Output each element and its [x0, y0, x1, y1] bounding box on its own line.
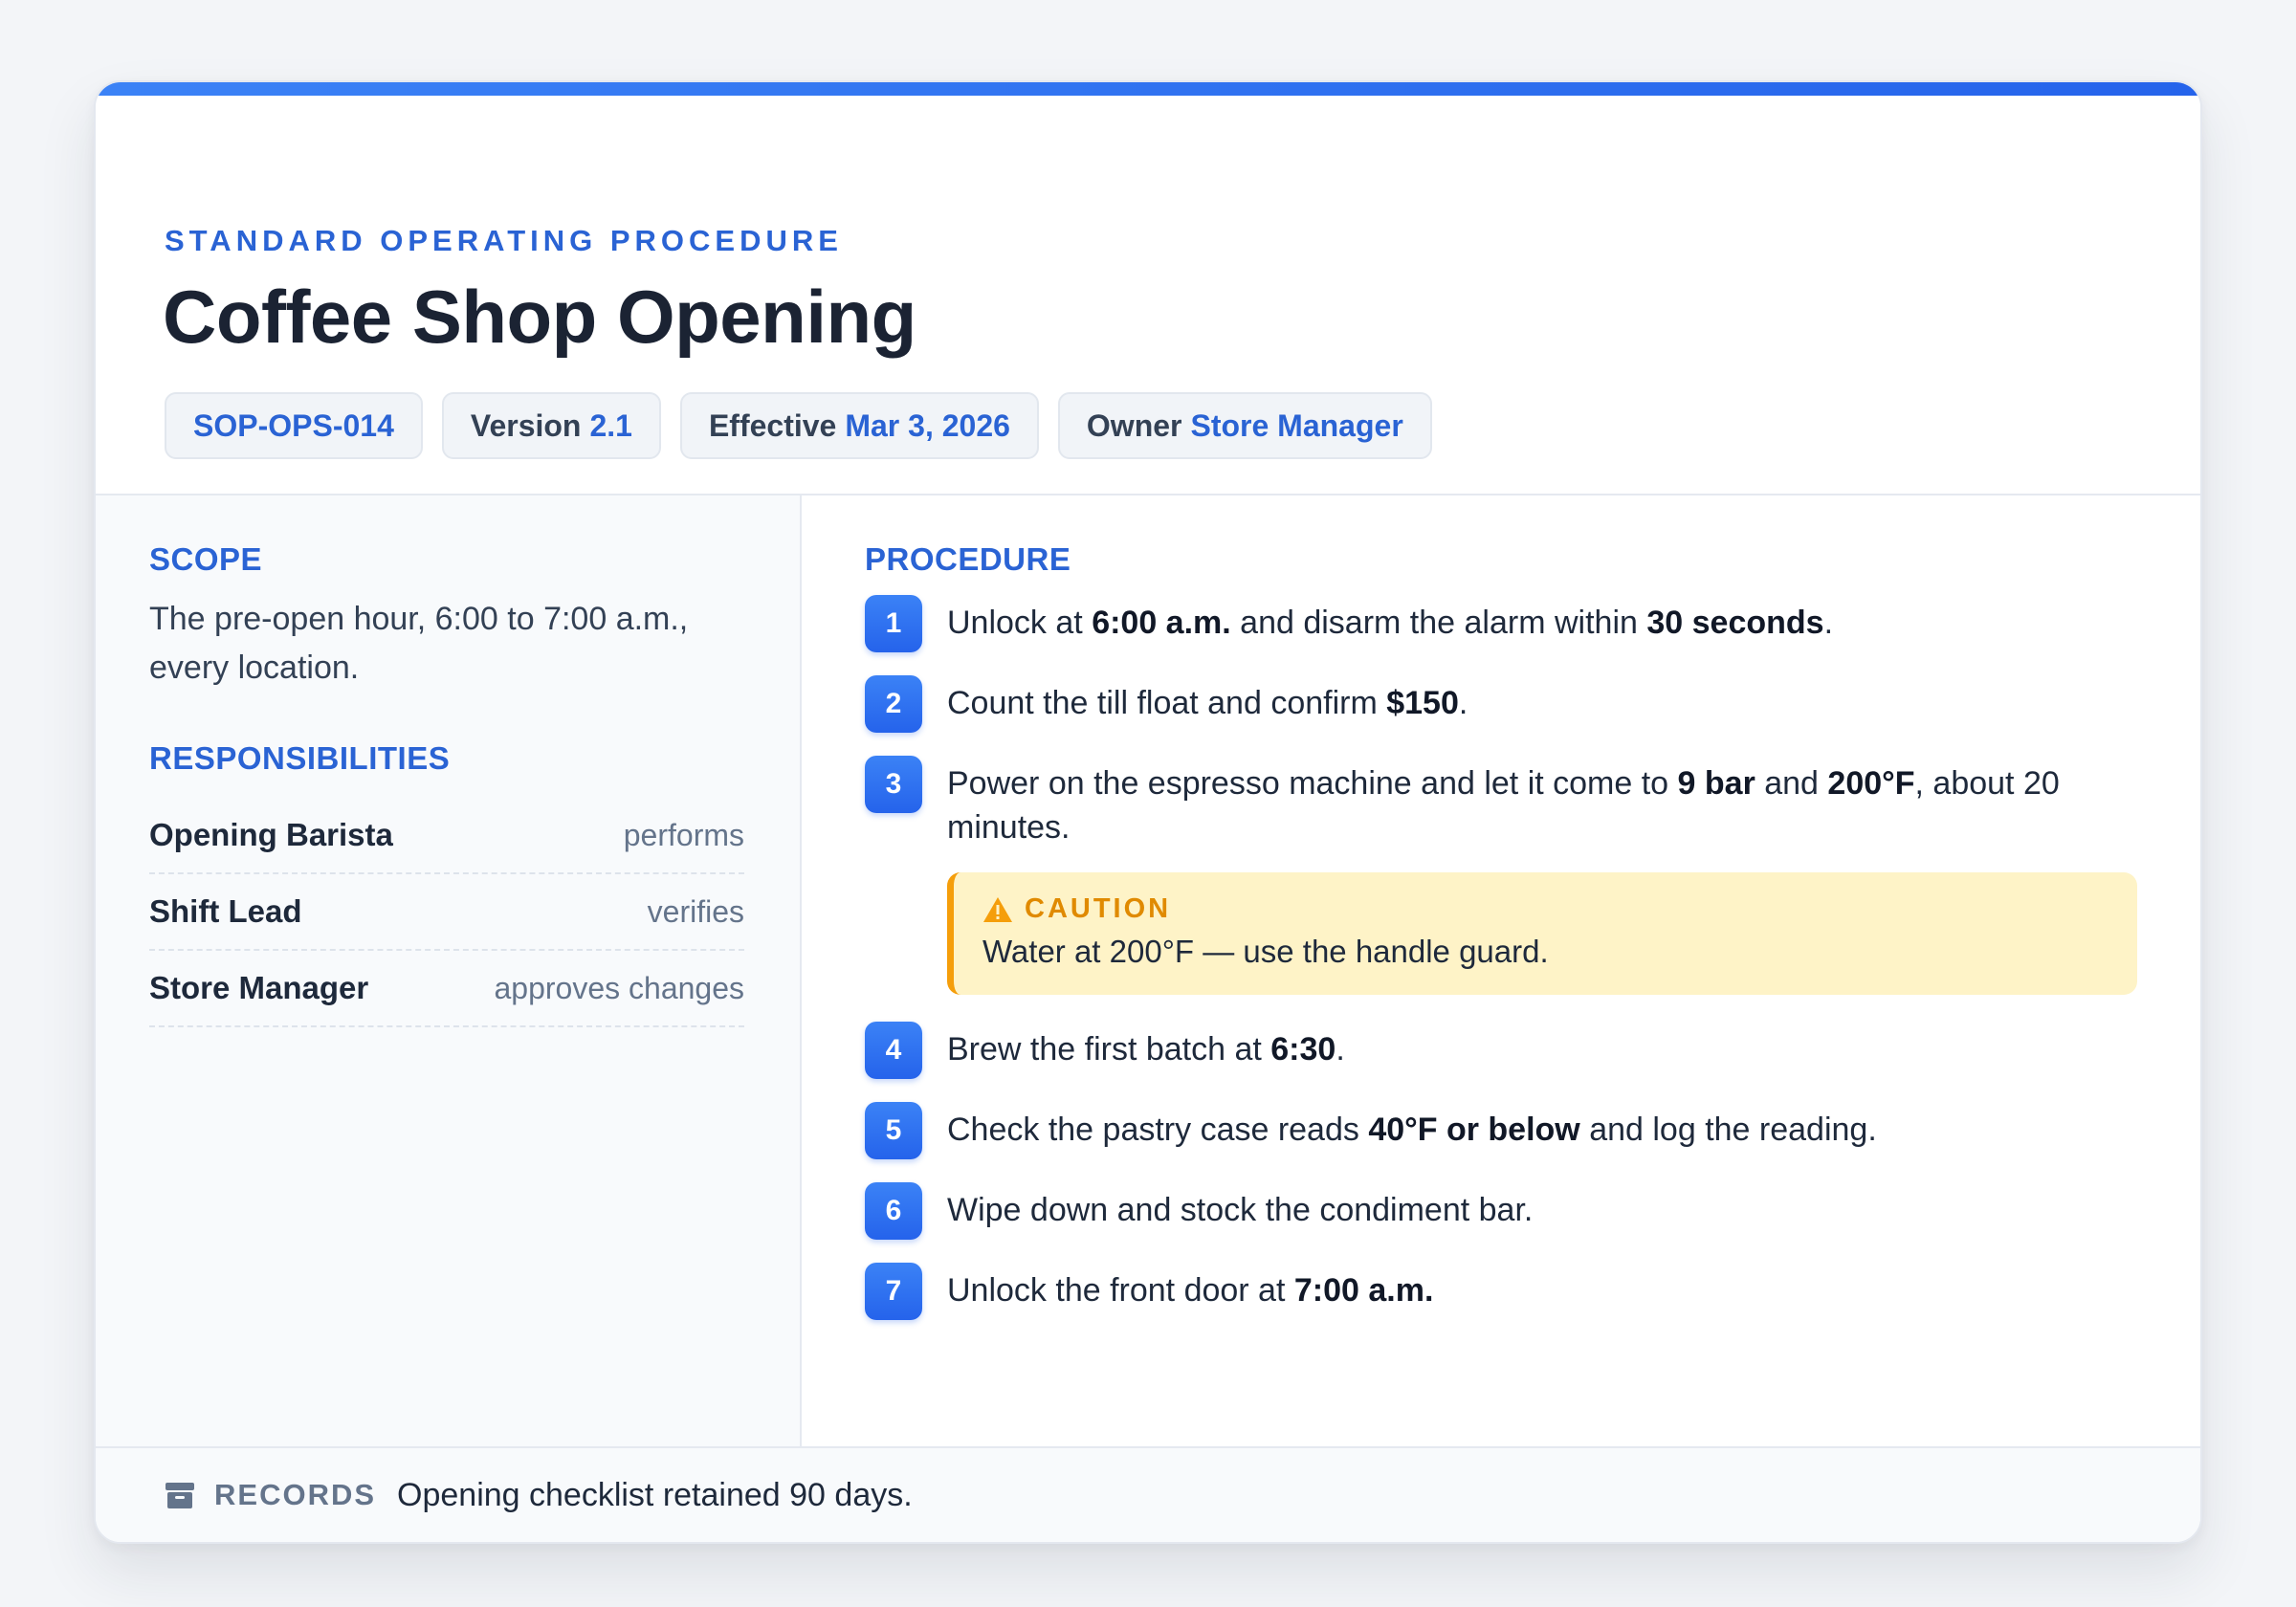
procedure-step: 2 Count the till float and confirm $150. [865, 675, 2137, 733]
page-title: Coffee Shop Opening [163, 275, 916, 359]
step-text-part: and log the reading. [1579, 1112, 1877, 1148]
procedure-step: 1 Unlock at 6:00 a.m. and disarm the ala… [865, 595, 2137, 652]
procedure-step: 5 Check the pastry case reads 40°F or be… [865, 1102, 2137, 1159]
responsibility-action: approves changes [494, 970, 744, 1005]
scope-heading: SCOPE [149, 541, 263, 577]
procedure-steps: 1 Unlock at 6:00 a.m. and disarm the ala… [865, 595, 2137, 1343]
responsibility-row: Store Manager approves changes [149, 951, 744, 1027]
version-label: Version [470, 407, 582, 443]
caution-text: Water at 200°F — use the handle guard. [982, 934, 1549, 969]
records-footer: RECORDS Opening checklist retained 90 da… [96, 1446, 2200, 1542]
step-number: 7 [865, 1263, 922, 1320]
warning-triangle-icon [983, 896, 1012, 922]
records-label: RECORDS [214, 1478, 377, 1511]
step-emphasis: 9 bar [1677, 765, 1755, 802]
effective-label: Effective [708, 407, 837, 443]
responsibility-action: verifies [647, 893, 744, 929]
responsibility-role: Store Manager [149, 970, 369, 1005]
step-text: Brew the first batch at 6:30. [947, 1022, 1345, 1071]
step-number: 5 [865, 1102, 922, 1159]
document-header: STANDARD OPERATING PROCEDURE Coffee Shop… [96, 96, 2200, 495]
step-text-part: Unlock at [947, 605, 1093, 641]
responsibility-row: Opening Barista performs [149, 798, 744, 874]
procedure-step: 6 Wipe down and stock the condiment bar. [865, 1182, 2137, 1240]
procedure-step: 3 Power on the espresso machine and let … [865, 756, 2137, 849]
accent-bar [96, 82, 2200, 96]
owner-value: Store Manager [1190, 407, 1403, 443]
responsibility-action: performs [623, 817, 744, 852]
step-emphasis: 7:00 a.m. [1293, 1272, 1434, 1309]
step-emphasis: 6:00 a.m. [1092, 605, 1231, 641]
step-text-part: and disarm the alarm within [1230, 605, 1647, 641]
responsibility-role: Opening Barista [149, 817, 393, 852]
responsibilities-heading: RESPONSIBILITIES [149, 740, 451, 776]
caution-callout: CAUTION Water at 200°F — use the handle … [947, 872, 2137, 995]
procedure-step: 4 Brew the first batch at 6:30. [865, 1022, 2137, 1079]
responsibilities-list: Opening Barista performs Shift Lead veri… [149, 798, 744, 1027]
step-text: Unlock the front door at 7:00 a.m. [947, 1263, 1433, 1312]
document-type: STANDARD OPERATING PROCEDURE [165, 224, 843, 257]
step-text-part: Power on the espresso machine and let it… [947, 765, 1678, 802]
records-text: Opening checklist retained 90 days. [397, 1476, 913, 1513]
step-emphasis: 200°F [1827, 765, 1915, 802]
effective-chip: Effective Mar 3, 2026 [679, 392, 1039, 459]
archive-box-icon [166, 1483, 194, 1508]
step-text-part: Count the till float and confirm [947, 685, 1387, 721]
step-number: 4 [865, 1022, 922, 1079]
step-number: 1 [865, 595, 922, 652]
step-text-part: Unlock the front door at [947, 1272, 1294, 1309]
responsibility-row: Shift Lead verifies [149, 874, 744, 951]
step-text-part: Brew the first batch at [947, 1031, 1271, 1068]
version-chip: Version 2.1 [441, 392, 661, 459]
step-text: Count the till float and confirm $150. [947, 675, 1468, 725]
step-emphasis: $150 [1386, 685, 1459, 721]
effective-date: Mar 3, 2026 [845, 407, 1010, 443]
sop-card: STANDARD OPERATING PROCEDURE Coffee Shop… [94, 80, 2202, 1544]
step-text-part: . [1458, 685, 1468, 721]
sop-id-chip: SOP-OPS-014 [165, 392, 423, 459]
step-emphasis: 6:30 [1270, 1031, 1336, 1068]
step-number: 3 [865, 756, 922, 813]
version-value: 2.1 [589, 407, 632, 443]
scope-text: The pre-open hour, 6:00 to 7:00 a.m., ev… [149, 601, 689, 686]
sidebar-panel: SCOPE The pre-open hour, 6:00 to 7:00 a.… [96, 495, 802, 1530]
sop-id: SOP-OPS-014 [193, 407, 394, 443]
step-text: Power on the espresso machine and let it… [947, 756, 2137, 849]
step-text-part: Check the pastry case reads [947, 1112, 1369, 1148]
owner-label: Owner [1086, 407, 1182, 443]
step-emphasis: 40°F or below [1368, 1112, 1580, 1148]
step-text: Check the pastry case reads 40°F or belo… [947, 1102, 1877, 1152]
procedure-panel: PROCEDURE 1 Unlock at 6:00 a.m. and disa… [804, 495, 2200, 1530]
caution-label: CAUTION [1025, 893, 1172, 924]
procedure-step: 7 Unlock the front door at 7:00 a.m. [865, 1263, 2137, 1320]
step-number: 2 [865, 675, 922, 733]
responsibility-role: Shift Lead [149, 893, 302, 929]
step-text-part: . [1823, 605, 1834, 641]
step-text-part: . [1336, 1031, 1345, 1068]
metadata-chips: SOP-OPS-014 Version 2.1 Effective Mar 3,… [165, 392, 1432, 459]
procedure-heading: PROCEDURE [865, 541, 1071, 577]
step-text-part: and [1755, 765, 1828, 802]
owner-chip: Owner Store Manager [1057, 392, 1432, 459]
step-text-part: Wipe down and stock the condiment bar. [947, 1192, 1534, 1228]
step-text: Wipe down and stock the condiment bar. [947, 1182, 1533, 1232]
caution-header: CAUTION [982, 893, 1171, 925]
step-number: 6 [865, 1182, 922, 1240]
step-emphasis: 30 seconds [1646, 605, 1824, 641]
step-text: Unlock at 6:00 a.m. and disarm the alarm… [947, 595, 1833, 645]
